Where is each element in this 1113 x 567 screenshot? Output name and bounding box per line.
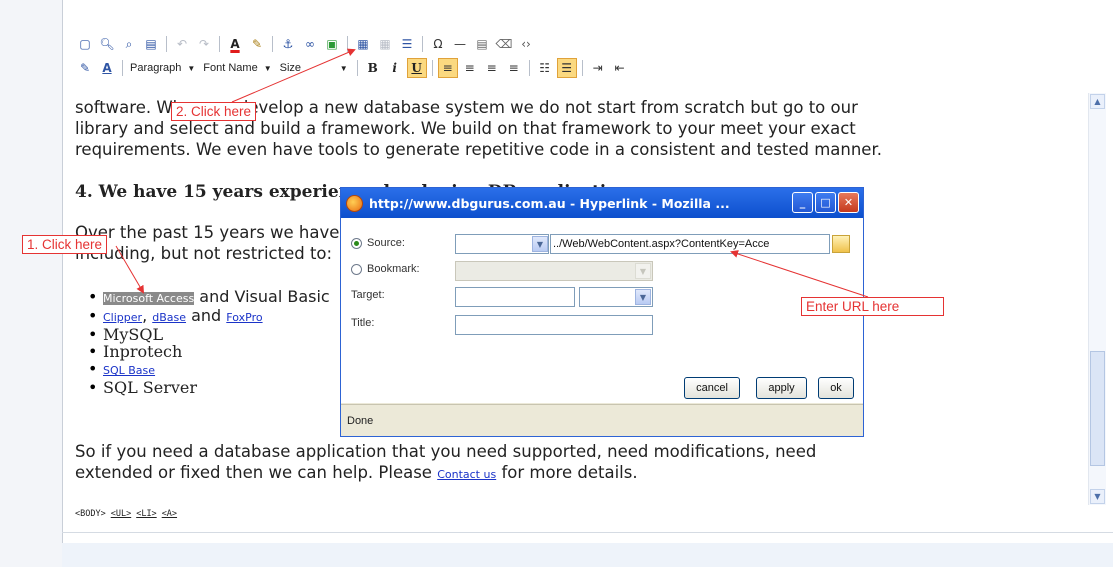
- arrow-enter-url: [730, 250, 869, 298]
- arrow-click2: [231, 48, 356, 103]
- callout-enter-url: Enter URL here: [801, 297, 944, 316]
- callout-click-2: 2. Click here: [171, 102, 257, 121]
- annotation-arrows: [115, 48, 869, 298]
- callout-click-1: 1. Click here: [22, 235, 108, 254]
- arrow-click1: [115, 245, 145, 294]
